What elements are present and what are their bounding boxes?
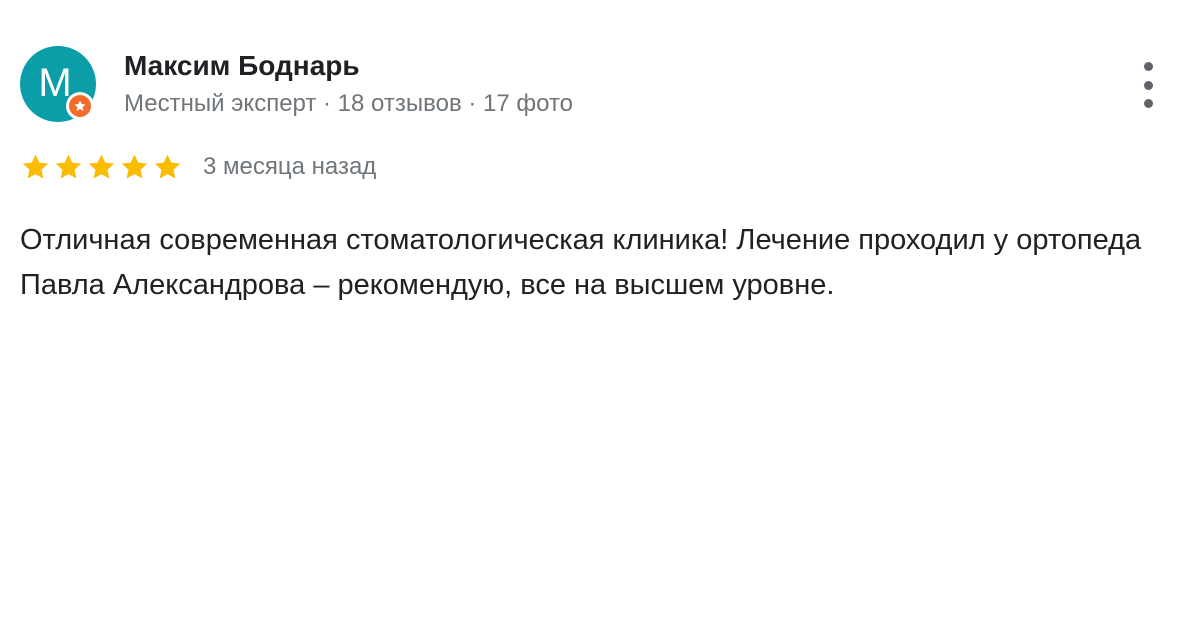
- review-text: Отличная современная стоматологическая к…: [20, 224, 1142, 301]
- local-guide-badge: [66, 92, 94, 120]
- rating-row: 3 месяца назад: [20, 150, 376, 184]
- star-icon: [88, 154, 115, 178]
- star-icon: [55, 154, 82, 178]
- more-vertical-icon-dot: [1143, 80, 1153, 90]
- more-vertical-icon: [1143, 62, 1153, 71]
- star-icon: [22, 154, 49, 178]
- star-icon: [121, 154, 148, 178]
- star-icon: [154, 154, 181, 178]
- review-card: M Максим Боднарь Местный эксперт · 18 от…: [0, 0, 1200, 620]
- local-guide-star-icon: [69, 95, 91, 117]
- author-meta: Местный эксперт · 18 отзывов · 17 фото: [124, 90, 574, 117]
- more-options-button[interactable]: [1130, 62, 1166, 108]
- star-rating: [20, 152, 183, 183]
- more-vertical-icon-dot: [1143, 99, 1153, 108]
- author-name[interactable]: Максим Боднарь: [124, 50, 360, 82]
- review-date: 3 месяца назад: [203, 153, 377, 180]
